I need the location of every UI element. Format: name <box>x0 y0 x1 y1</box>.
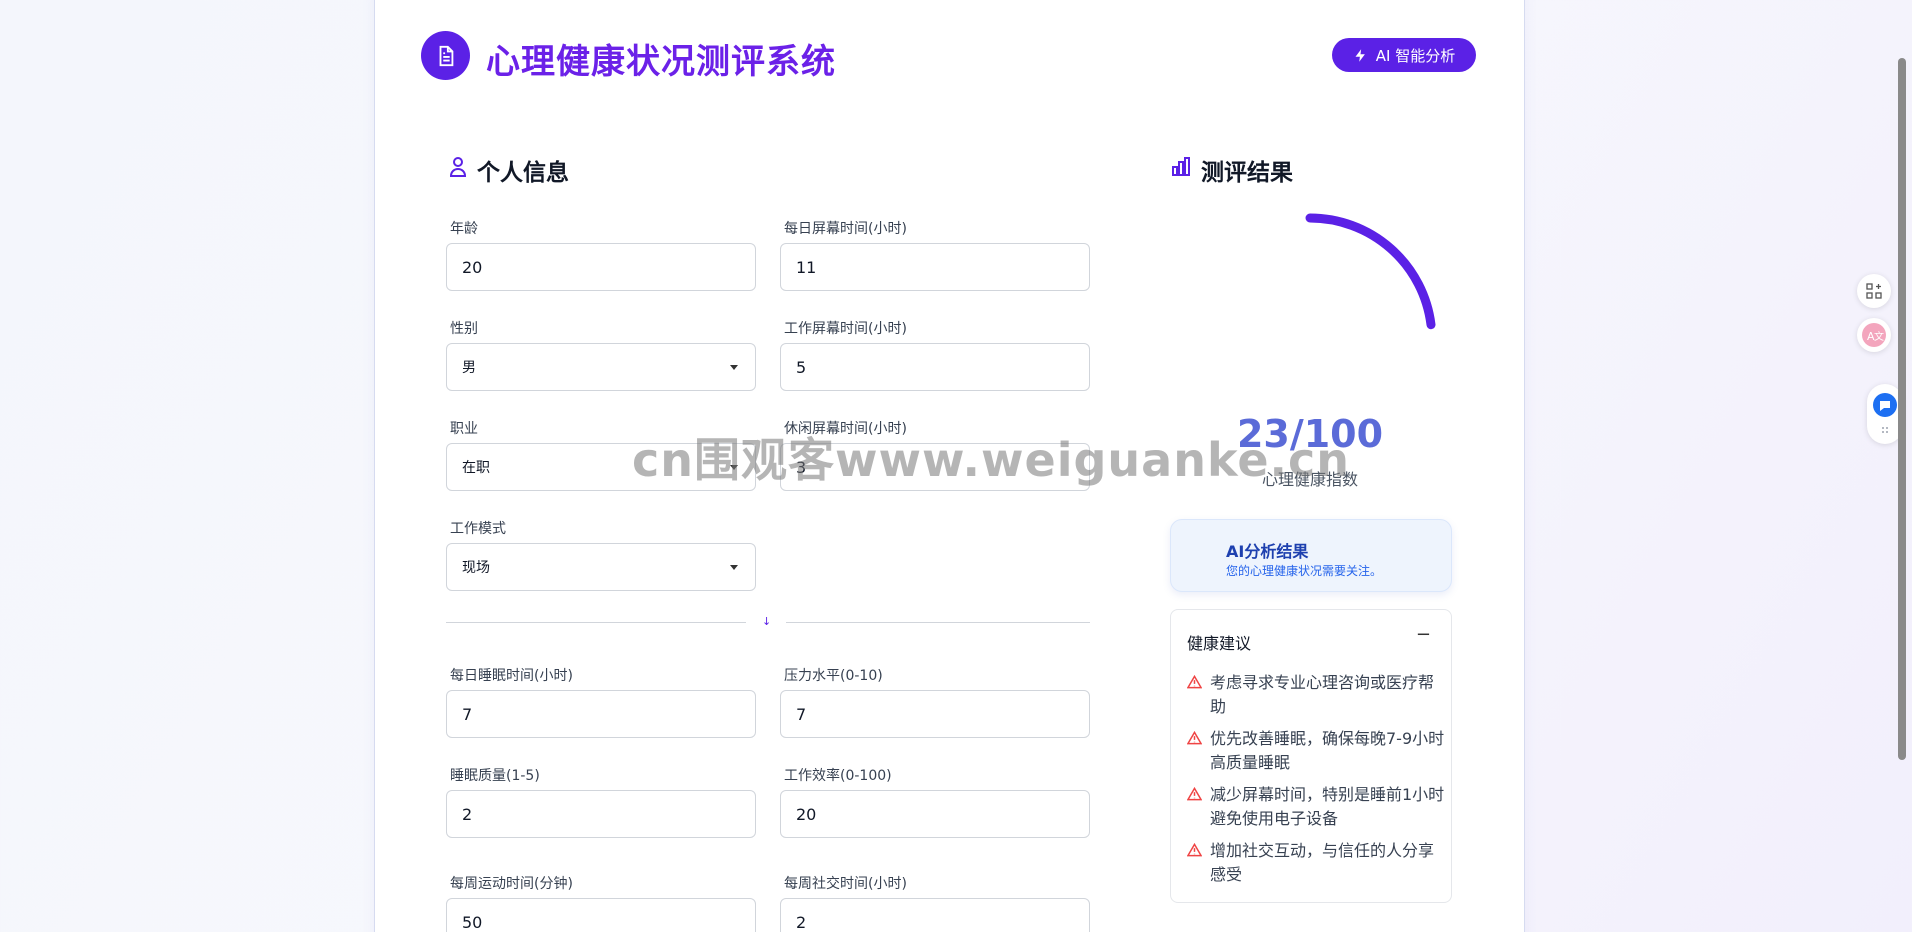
document-icon <box>421 31 470 80</box>
stress-label: 压力水平(0-10) <box>784 668 883 684</box>
advice-item: 减少屏幕时间，特别是睡前1小时避免使用电子设备 <box>1187 783 1445 831</box>
warning-icon <box>1187 843 1202 857</box>
chart-bar-icon <box>1172 157 1190 176</box>
social-label: 每周社交时间(小时) <box>784 876 907 892</box>
exercise-input[interactable]: 50 <box>446 898 756 932</box>
work-mode-label: 工作模式 <box>450 521 506 537</box>
scrollbar[interactable] <box>1898 58 1906 760</box>
advice-item: 优先改善睡眠，确保每晚7-9小时高质量睡眠 <box>1187 727 1445 775</box>
work-efficiency-input[interactable]: 20 <box>780 790 1090 838</box>
score-gauge <box>1305 213 1436 330</box>
ai-result-text: 您的心理健康状况需要关注。 <box>1226 564 1383 578</box>
lightning-icon <box>1355 48 1365 62</box>
stress-input[interactable]: 7 <box>780 690 1090 738</box>
collapse-toggle[interactable]: − <box>1416 624 1431 645</box>
work-efficiency-label: 工作效率(0-100) <box>784 768 892 784</box>
apps-icon <box>1866 283 1882 299</box>
work-mode-value: 现场 <box>462 560 490 576</box>
daily-screen-label: 每日屏幕时间(小时) <box>784 221 907 237</box>
advice-item: 增加社交互动，与信任的人分享感受 <box>1187 839 1445 887</box>
ai-analysis-button-label: AI 智能分析 <box>1375 46 1456 65</box>
translate-button[interactable]: A文 <box>1857 318 1891 352</box>
sleep-hours-input[interactable]: 7 <box>446 690 756 738</box>
watermark: cn围观客www.weiguanke.cn <box>632 433 1351 487</box>
ai-result-card: AI分析结果 您的心理健康状况需要关注。 <box>1170 519 1452 592</box>
chat-icon <box>1873 393 1897 433</box>
personal-info-title: 个人信息 <box>477 160 569 186</box>
warning-icon <box>1187 787 1202 801</box>
divider-right <box>786 622 1090 623</box>
daily-screen-input[interactable]: 11 <box>780 243 1090 291</box>
chevron-down-icon <box>730 565 738 570</box>
sleep-hours-label: 每日睡眠时间(小时) <box>450 668 573 684</box>
age-label: 年龄 <box>450 221 478 237</box>
work-mode-select[interactable]: 现场 <box>446 543 756 591</box>
work-screen-input[interactable]: 5 <box>780 343 1090 391</box>
arrow-down-icon: ↓ <box>762 615 772 628</box>
work-screen-label: 工作屏幕时间(小时) <box>784 321 907 337</box>
advice-text: 增加社交互动，与信任的人分享感受 <box>1210 841 1435 884</box>
advice-text: 考虑寻求专业心理咨询或医疗帮助 <box>1210 673 1435 716</box>
gender-value: 男 <box>462 360 476 376</box>
sleep-quality-input[interactable]: 2 <box>446 790 756 838</box>
gender-select[interactable]: 男 <box>446 343 756 391</box>
advice-panel: 健康建议 − 考虑寻求专业心理咨询或医疗帮助 优先改善睡眠，确保每晚7-9小时高… <box>1170 609 1452 903</box>
apps-button[interactable] <box>1857 274 1891 308</box>
results-title: 测评结果 <box>1201 160 1293 186</box>
user-icon <box>449 157 467 177</box>
page-title: 心理健康状况测评系统 <box>486 42 836 82</box>
occupation-label: 职业 <box>450 421 478 437</box>
ai-analysis-button[interactable]: AI 智能分析 <box>1332 38 1476 72</box>
warning-icon <box>1187 675 1202 689</box>
ai-result-title: AI分析结果 <box>1226 542 1309 561</box>
exercise-label: 每周运动时间(分钟) <box>450 876 573 892</box>
advice-item: 考虑寻求专业心理咨询或医疗帮助 <box>1187 671 1445 719</box>
advice-text: 优先改善睡眠，确保每晚7-9小时高质量睡眠 <box>1210 729 1445 772</box>
translate-icon: A文 <box>1862 323 1886 347</box>
svg-text:文: 文 <box>1874 330 1884 343</box>
advice-text: 减少屏幕时间，特别是睡前1小时避免使用电子设备 <box>1210 785 1445 828</box>
divider-left <box>446 622 746 623</box>
sleep-quality-label: 睡眠质量(1-5) <box>450 768 540 784</box>
warning-icon <box>1187 731 1202 745</box>
gender-label: 性别 <box>450 321 478 337</box>
social-input[interactable]: 2 <box>780 898 1090 932</box>
age-input[interactable]: 20 <box>446 243 756 291</box>
chevron-down-icon <box>730 365 738 370</box>
occupation-value: 在职 <box>462 460 490 476</box>
advice-title: 健康建议 <box>1187 634 1252 653</box>
